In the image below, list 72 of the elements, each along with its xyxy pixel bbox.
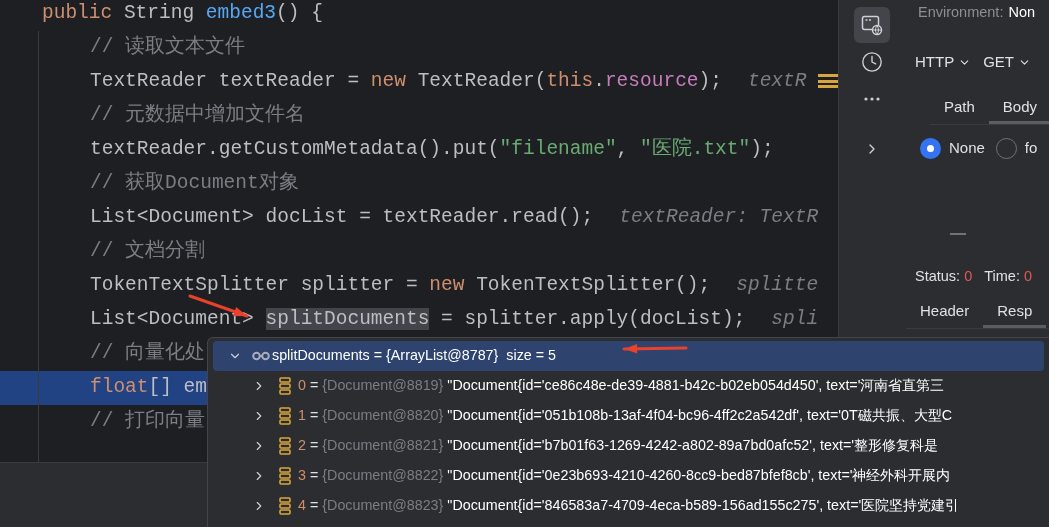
- element-index: 4: [298, 496, 306, 516]
- radio-option[interactable]: fo: [995, 136, 1038, 160]
- code-line: List<Document> splitDocuments = splitter.apply(docList);: [90, 307, 746, 333]
- code-line: // 元数据中增加文件名: [90, 102, 306, 129]
- code-line: public String embed3() {: [42, 1, 323, 27]
- stack-icon: [279, 407, 291, 425]
- code-line: // 向量化处: [90, 340, 206, 367]
- code-line: float[] em: [90, 375, 208, 401]
- clock-icon: [861, 51, 883, 73]
- element-index: 2: [298, 436, 306, 456]
- protocol-dropdown[interactable]: HTTP: [915, 50, 972, 74]
- code-line: // 文档分割: [90, 238, 206, 265]
- more-icon: [864, 97, 880, 101]
- element-value: "Document{id='0e23b693-4210-4260-8cc9-bed87bfef8cb', text='神经外科开展内: [447, 466, 951, 486]
- equals-sign: =: [309, 376, 319, 396]
- browser-globe-icon: [861, 14, 883, 36]
- equals-sign: =: [309, 406, 319, 426]
- code-line: TextReader textReader = new TextReader(this.resource);: [90, 69, 722, 95]
- variable-size: size = 5: [506, 346, 556, 366]
- code-line: // 读取文本文件: [90, 34, 246, 61]
- time-label: Time: 0: [984, 267, 1033, 287]
- element-index: 0: [298, 376, 306, 396]
- inlay-hint: textReader: TextR: [619, 205, 819, 231]
- code-line: List<Document> docList = textReader.read();: [90, 205, 594, 231]
- radio-option[interactable]: None: [920, 136, 985, 160]
- tool-window-button[interactable]: [854, 7, 890, 43]
- method-dropdown[interactable]: GET: [983, 50, 1031, 74]
- variable-row[interactable]: 1 = {Document@8820} "Document{id='051b108b-13af-4f04-bc96-4ff2c2a542df', text='0T磁共振、大型C: [213, 401, 1044, 431]
- variable-row[interactable]: 3 = {Document@8822} "Document{id='0e23b693-4210-4260-8cc9-bed87bfef8cb', text='神经外科开展内: [213, 461, 1044, 491]
- equals-sign: =: [309, 496, 319, 516]
- annotation-arrow: [622, 344, 688, 354]
- marker-icon: [818, 72, 838, 90]
- inlay-hint: splitte: [736, 273, 819, 299]
- variable-row[interactable]: splitDocuments = {ArrayList@8787} size = 5: [213, 341, 1044, 371]
- status-label: Status: 0: [915, 267, 973, 287]
- element-value: "Document{id='846583a7-4709-4eca-b589-156ad155c275', text='医院坚持党建引: [447, 496, 960, 516]
- object-reference: {Document@8821}: [322, 436, 444, 456]
- object-reference: {Document@8819}: [322, 376, 444, 396]
- variable-row[interactable]: 2 = {Document@8821} "Document{id='b7b01f63-1269-4242-a802-89a7bd0afc52', text='整形修复科是: [213, 431, 1044, 461]
- stack-icon: [279, 497, 291, 515]
- resize-handle[interactable]: [950, 233, 967, 235]
- code-line: // 打印向量: [90, 408, 206, 435]
- object-reference: {Document@8820}: [322, 406, 444, 426]
- watch-glasses-icon: [252, 351, 270, 361]
- tab[interactable]: Path: [930, 93, 989, 124]
- stack-icon: [279, 437, 291, 455]
- element-index: 3: [298, 466, 306, 486]
- code-line: TokenTextSplitter splitter = new TokenTextSplitter();: [90, 273, 711, 299]
- variable-value: = {ArrayList@8787}: [373, 346, 499, 366]
- equals-sign: =: [309, 466, 319, 486]
- variable-name: splitDocuments: [272, 346, 370, 366]
- object-reference: {Document@8822}: [322, 466, 444, 486]
- element-value: "Document{id='051b108b-13af-4f04-bc96-4ff2c2a542df', text='0T磁共振、大型C: [447, 406, 953, 426]
- stack-icon: [279, 377, 291, 395]
- object-reference: {Document@8823}: [322, 496, 444, 516]
- stack-icon: [279, 467, 291, 485]
- code-line: textReader.getCustomMetadata().put("filename", "医院.txt");: [90, 136, 774, 163]
- variable-row[interactable]: 4 = {Document@8823} "Document{id='846583a7-4709-4eca-b589-156ad155c275', text='医院坚持党建引: [213, 491, 1044, 521]
- code-line: // 获取Document对象: [90, 170, 299, 197]
- equals-sign: =: [309, 436, 319, 456]
- element-value: "Document{id='b7b01f63-1269-4242-a802-89a7bd0afc52', text='整形修复科是: [447, 436, 939, 456]
- variable-row[interactable]: 0 = {Document@8819} "Document{id='ce86c48e-de39-4881-b42c-b02eb054d450', text='河南省直第三: [213, 371, 1044, 401]
- environment-label: Environment:: [918, 3, 1004, 23]
- environment-value[interactable]: Non: [1008, 2, 1036, 24]
- element-index: 1: [298, 406, 306, 426]
- inlay-hint: textR: [747, 69, 807, 95]
- tab[interactable]: Resp: [983, 297, 1047, 328]
- element-value: "Document{id='ce86c48e-de39-4881-b42c-b02eb054d450', text='河南省直第三: [447, 376, 945, 396]
- inlay-hint: spli: [771, 307, 819, 333]
- tab[interactable]: Body: [988, 93, 1049, 124]
- radio-button[interactable]: [920, 137, 941, 159]
- tab[interactable]: Header: [906, 297, 984, 328]
